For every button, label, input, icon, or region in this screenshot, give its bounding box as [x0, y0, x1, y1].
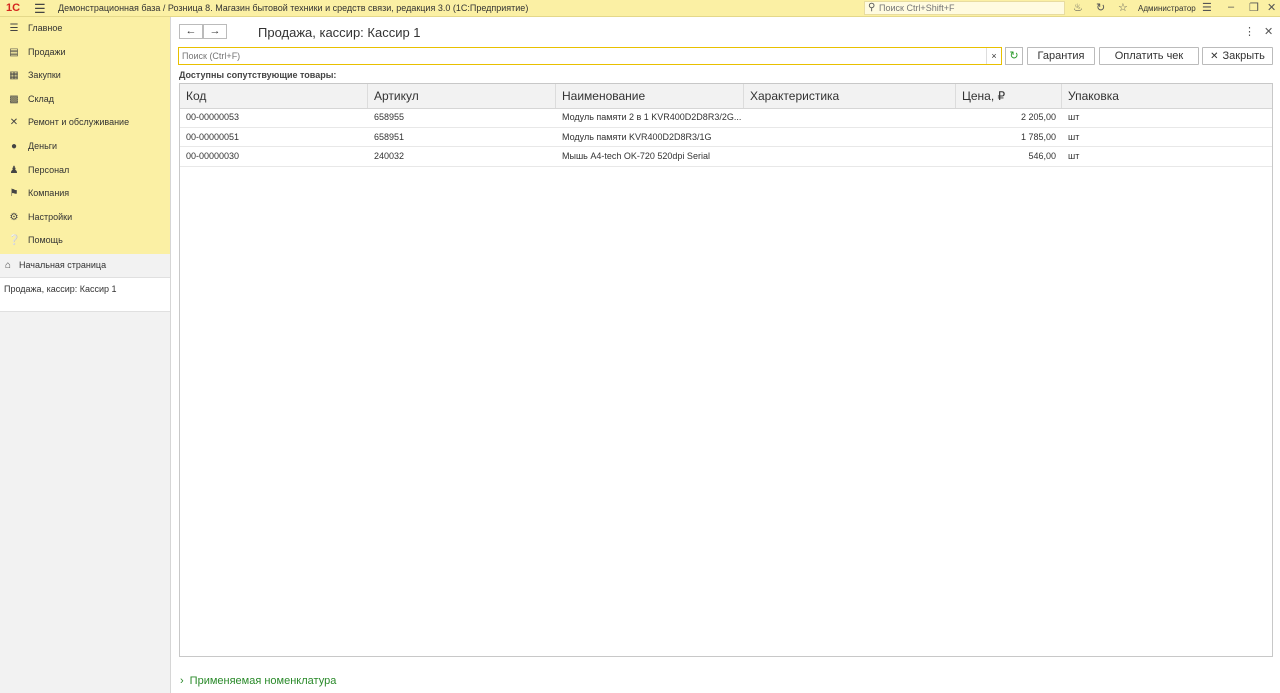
- sidebar: ☰ Главное ▤ Продажи ▦ Закупки ▩ Склад ✕ Ремон…: [0, 17, 171, 693]
- table-row[interactable]: 00-00000030 240032 Мышь A4-tech OK-720 5…: [180, 147, 1272, 167]
- close-form-icon[interactable]: ✕: [1264, 25, 1273, 38]
- chevron-right-icon: ›: [180, 675, 184, 687]
- sidebar-item-label: Продажи: [28, 46, 66, 57]
- cell-package: шт: [1068, 151, 1080, 161]
- sidebar-item-purchases[interactable]: ▦ Закупки: [0, 64, 170, 88]
- sidebar-item-label: Настройки: [28, 211, 73, 222]
- search-field[interactable]: ×: [178, 47, 1002, 65]
- refresh-button[interactable]: ↻: [1005, 47, 1023, 65]
- sidebar-item-main[interactable]: ☰ Главное: [0, 17, 170, 41]
- sidebar-item-label: Главное: [28, 23, 63, 33]
- sidebar-item-sales[interactable]: ▤ Продажи: [0, 41, 170, 65]
- user-name[interactable]: Администратор: [1138, 4, 1196, 13]
- close-button[interactable]: ✕ Закрыть: [1202, 47, 1273, 65]
- cell-code: 00-00000051: [186, 131, 240, 142]
- money-icon: ●: [10, 140, 18, 152]
- main-menu-icon[interactable]: ☰: [34, 1, 46, 17]
- title-bar: 1С ☰ Демонстрационная база / Розница 8. …: [0, 0, 1280, 17]
- cell-name: Модуль памяти KVR400D2D8R3/1G: [562, 131, 712, 142]
- cell-article: 658951: [374, 131, 405, 142]
- page-title: Продажа, кассир: Кассир 1: [258, 25, 421, 40]
- search-icon: ⚲: [868, 2, 876, 13]
- close-button-label: Закрыть: [1222, 50, 1265, 62]
- search-input[interactable]: [182, 50, 972, 62]
- column-header-article[interactable]: Артикул: [368, 84, 556, 108]
- sidebar-item-label: Компания: [28, 188, 70, 199]
- cell-code: 00-00000030: [186, 151, 240, 161]
- purchase-icon: ▦: [9, 70, 19, 82]
- sidebar-item-label: Закупки: [28, 70, 61, 81]
- bell-icon[interactable]: ♨: [1073, 1, 1083, 14]
- gear-icon: ⚙: [9, 211, 19, 223]
- cell-characteristic: [744, 108, 956, 127]
- table-row[interactable]: 00-00000053 658955 Модуль памяти 2 в 1 K…: [180, 108, 1272, 128]
- app-logo[interactable]: 1С: [6, 2, 20, 14]
- clear-search-icon[interactable]: ×: [986, 48, 1001, 64]
- sidebar-item-repair[interactable]: ✕ Ремонт и обслуживание: [0, 111, 170, 135]
- close-window-icon[interactable]: ✕: [1267, 1, 1276, 14]
- cell-package: шт: [1068, 112, 1080, 122]
- more-actions-icon[interactable]: ⋮: [1244, 25, 1255, 38]
- open-window-item[interactable]: Продажа, кассир: Кассир 1: [0, 278, 170, 312]
- sidebar-item-label: Персонал: [28, 164, 70, 175]
- cell-price: 1 785,00: [1020, 131, 1056, 142]
- pay-check-button[interactable]: Оплатить чек: [1099, 47, 1199, 65]
- cell-price: 2 205,00: [1020, 112, 1056, 122]
- refresh-icon: ↻: [1009, 50, 1019, 62]
- favorites-star-icon[interactable]: ☆: [1118, 1, 1128, 14]
- sidebar-item-money[interactable]: ● Деньги: [0, 135, 170, 159]
- warranty-button[interactable]: Гарантия: [1027, 47, 1095, 65]
- settings-lines-icon[interactable]: ☰: [1202, 1, 1212, 14]
- close-icon: ✕: [1210, 51, 1219, 62]
- sidebar-item-personnel[interactable]: ♟ Персонал: [0, 159, 170, 183]
- column-header-characteristic[interactable]: Характеристика: [744, 84, 956, 108]
- global-search-field[interactable]: ⚲: [864, 1, 1065, 15]
- menu-lines-icon: ☰: [9, 23, 19, 34]
- home-page-label: Начальная страница: [19, 260, 107, 270]
- applied-nomenclature-link[interactable]: › Применяемая номенклатура: [180, 675, 336, 687]
- sidebar-item-label: Деньги: [28, 140, 58, 151]
- applied-nomenclature-label: Применяемая номенклатура: [189, 675, 337, 687]
- sidebar-item-settings[interactable]: ⚙ Настройки: [0, 206, 170, 230]
- cell-code: 00-00000053: [186, 112, 240, 122]
- table-header: Код Артикул Наименование Характеристика …: [180, 84, 1272, 109]
- cell-name: Мышь A4-tech OK-720 520dpi Serial: [562, 151, 710, 161]
- global-search-input[interactable]: [879, 2, 1059, 14]
- sections-panel: ☰ Главное ▤ Продажи ▦ Закупки ▩ Склад ✕ Ремон…: [0, 17, 170, 254]
- home-page-link[interactable]: ⌂ Начальная страница: [0, 254, 170, 278]
- back-button[interactable]: ←: [179, 24, 203, 39]
- minimize-icon[interactable]: –: [1228, 1, 1234, 13]
- cell-characteristic: [744, 147, 956, 166]
- sidebar-item-company[interactable]: ⚑ Компания: [0, 182, 170, 206]
- cart-icon: ▤: [9, 46, 19, 58]
- restore-icon[interactable]: ❐: [1249, 1, 1259, 14]
- column-header-code[interactable]: Код: [180, 84, 368, 108]
- related-goods-table[interactable]: Код Артикул Наименование Характеристика …: [179, 83, 1273, 657]
- cell-characteristic: [744, 128, 956, 147]
- sidebar-item-help[interactable]: ❔ Помощь: [0, 229, 170, 253]
- sidebar-item-label: Склад: [28, 93, 55, 104]
- column-header-package[interactable]: Упаковка: [1062, 84, 1272, 108]
- cell-article: 240032: [374, 151, 405, 161]
- sidebar-item-label: Помощь: [28, 235, 63, 246]
- column-header-price[interactable]: Цена, ₽: [956, 84, 1062, 108]
- list-label: Доступны сопутствующие товары:: [179, 70, 337, 80]
- cell-price: 546,00: [1028, 151, 1056, 161]
- cell-article: 658955: [374, 112, 405, 122]
- app-title: Демонстрационная база / Розница 8. Магаз…: [58, 3, 529, 13]
- table-row[interactable]: 00-00000051 658951 Модуль памяти KVR400D…: [180, 128, 1272, 147]
- history-icon[interactable]: ↻: [1096, 1, 1105, 14]
- sidebar-item-label: Ремонт и обслуживание: [28, 117, 130, 128]
- wrench-icon: ✕: [9, 117, 19, 129]
- warehouse-icon: ▩: [9, 93, 19, 105]
- flag-icon: ⚑: [9, 188, 19, 200]
- people-icon: ♟: [9, 164, 19, 176]
- cell-name: Модуль памяти 2 в 1 KVR400D2D8R3/2G...: [562, 112, 742, 122]
- help-icon: ❔: [8, 235, 21, 247]
- column-header-name[interactable]: Наименование: [556, 84, 744, 108]
- home-icon: ⌂: [5, 260, 12, 271]
- sidebar-item-warehouse[interactable]: ▩ Склад: [0, 88, 170, 112]
- forward-button[interactable]: →: [203, 24, 227, 39]
- cell-package: шт: [1068, 131, 1080, 142]
